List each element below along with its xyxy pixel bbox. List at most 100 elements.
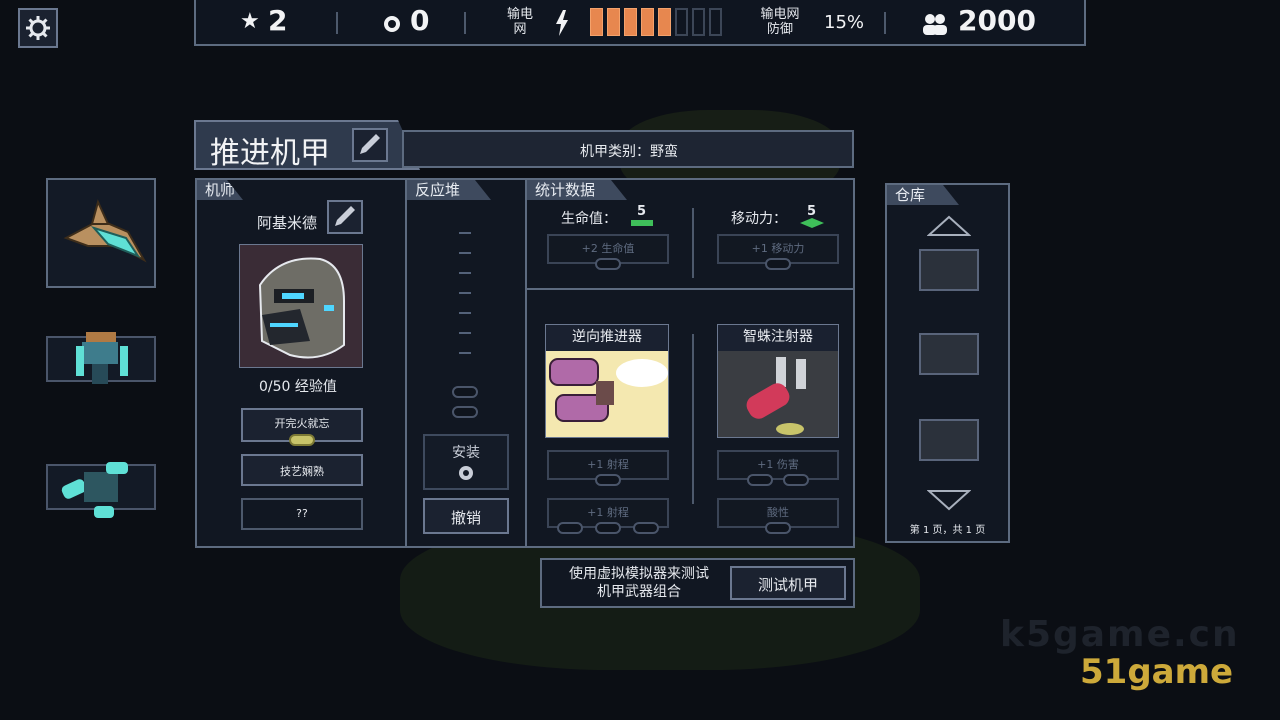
reactor-tick (459, 252, 471, 254)
thruster-weapon-image (546, 351, 668, 437)
divider (884, 12, 886, 34)
resource-bar: ★ 2 0 输电 网 输电网 防御 15% 2000 (194, 0, 1086, 46)
weapon-card[interactable]: 逆向推进器 (545, 324, 669, 438)
power-grid-label: 输电 网 (506, 7, 533, 37)
pilot-skill-slot[interactable]: ?? (241, 498, 363, 530)
mech-select-card[interactable] (46, 332, 156, 384)
artillery-mech-icon (76, 332, 128, 384)
watermark-logo: 51game (1080, 652, 1234, 692)
lightning-icon (556, 10, 568, 36)
health-badge: 5 (629, 204, 655, 228)
scroll-up-arrow[interactable] (927, 215, 971, 237)
power-grid-bar (607, 8, 620, 36)
scroll-down-arrow[interactable] (927, 489, 971, 511)
pilot-helmet-image (240, 245, 362, 367)
pilot-skill-slot[interactable]: 技艺娴熟 (241, 454, 363, 486)
upgrade-pip (557, 522, 583, 534)
reactor-core-slot (452, 386, 478, 398)
reactor-tick (459, 272, 471, 274)
injector-weapon-image (718, 351, 838, 437)
power-grid-bars (590, 0, 740, 46)
upgrade-label: +1 射程 (587, 506, 629, 519)
weapon-card[interactable]: 智蛛注射器 (717, 324, 839, 438)
upgrade-label: +1 伤害 (757, 458, 799, 471)
health-value: 5 (637, 204, 647, 219)
power-core-icon (384, 16, 400, 32)
mech-name: 推进机甲 (210, 136, 330, 171)
install-label: 安装 (452, 445, 480, 461)
undo-button[interactable]: 撤销 (423, 498, 509, 534)
mech-title-tab: 推进机甲 (194, 120, 420, 170)
mech-class-bar: 机甲类别：野蛮 (402, 130, 854, 168)
skill-label: ?? (296, 507, 308, 520)
move-label: 移动力： (731, 211, 787, 227)
power-grid-bar (675, 8, 688, 36)
storage-panel: 仓库 第 1 页，共 1 页 (885, 183, 1010, 543)
divider (336, 12, 338, 34)
population-count: 2000 (958, 4, 1036, 37)
install-core-button[interactable]: 安装 (423, 434, 509, 490)
mech-class-label: 机甲类别：野蛮 (580, 144, 678, 160)
upgrade-pip (633, 522, 659, 534)
skill-label: 开完火就忘 (274, 417, 330, 430)
edit-icon (354, 130, 386, 160)
pilot-xp: 0/50 经验值 (259, 379, 337, 395)
stats-header: 统计数据 (527, 180, 627, 200)
upgrade-label: 酸性 (767, 506, 789, 519)
upgrade-pip (765, 522, 791, 534)
pilot-portrait (239, 244, 363, 368)
watermark-faint: k5game.cn (1000, 614, 1240, 655)
weapons-panel: 逆向推进器 +1 射程 +1 射程 智蛛注射器 +1 伤害 酸性 (525, 288, 855, 548)
reactor-core-slot (452, 406, 478, 418)
divider (692, 334, 694, 504)
power-core-icon (459, 466, 473, 480)
mech-select-card[interactable] (46, 178, 156, 288)
move-icon (800, 218, 824, 228)
pilot-header: 机师 (197, 180, 243, 200)
upgrade-pip (783, 474, 809, 486)
weapon-upgrade-slot[interactable]: +1 伤害 (717, 450, 839, 480)
test-mech-panel: 使用虚拟模拟器来测试 机甲武器组合 测试机甲 (540, 558, 855, 608)
jet-mech-icon (63, 199, 147, 263)
storage-slot[interactable] (919, 419, 979, 461)
storage-slot[interactable] (919, 333, 979, 375)
rename-pilot-button[interactable] (327, 200, 363, 234)
drone-mech-icon (61, 462, 128, 518)
upgrade-pip (765, 258, 791, 270)
reactor-panel: 反应堆 安装 撤销 (405, 178, 527, 548)
move-value: 5 (807, 204, 817, 219)
rename-mech-button[interactable] (352, 128, 388, 162)
weapon-name: 智蛛注射器 (743, 329, 813, 345)
skill-level-pip (289, 434, 315, 446)
reactor-tick (459, 312, 471, 314)
settings-button[interactable] (18, 8, 58, 48)
star-icon: ★ (240, 9, 260, 34)
test-description: 使用虚拟模拟器来测试 机甲武器组合 (569, 566, 709, 600)
reactor-header: 反应堆 (407, 180, 491, 200)
reactor-tick (459, 292, 471, 294)
upgrade-label: +1 移动力 (751, 242, 805, 255)
storage-slot[interactable] (919, 249, 979, 291)
gear-icon (26, 16, 50, 40)
mech-select-card[interactable] (46, 462, 156, 518)
test-mech-button[interactable]: 测试机甲 (730, 566, 846, 600)
pilot-panel: 机师 阿基米德 0/50 经验值 开完火就忘 技艺娴熟 ?? (195, 178, 407, 548)
grid-defense-label: 输电网 防御 (760, 7, 800, 37)
divider (692, 208, 694, 278)
storage-header: 仓库 (887, 185, 959, 205)
power-grid-bar (624, 8, 637, 36)
move-badge: 5 (799, 204, 825, 228)
skill-label: 技艺娴熟 (280, 465, 324, 478)
power-grid-bar (709, 8, 722, 36)
upgrade-pip (747, 474, 773, 486)
power-grid-bar (658, 8, 671, 36)
health-label: 生命值： (561, 211, 617, 227)
grid-defense-value: 15% (824, 12, 865, 33)
divider (464, 12, 466, 34)
core-count: 0 (410, 4, 430, 37)
edit-icon (335, 206, 355, 226)
upgrade-pip (595, 522, 621, 534)
people-icon (923, 14, 947, 35)
upgrade-pip (595, 258, 621, 270)
upgrade-pip (595, 474, 621, 486)
